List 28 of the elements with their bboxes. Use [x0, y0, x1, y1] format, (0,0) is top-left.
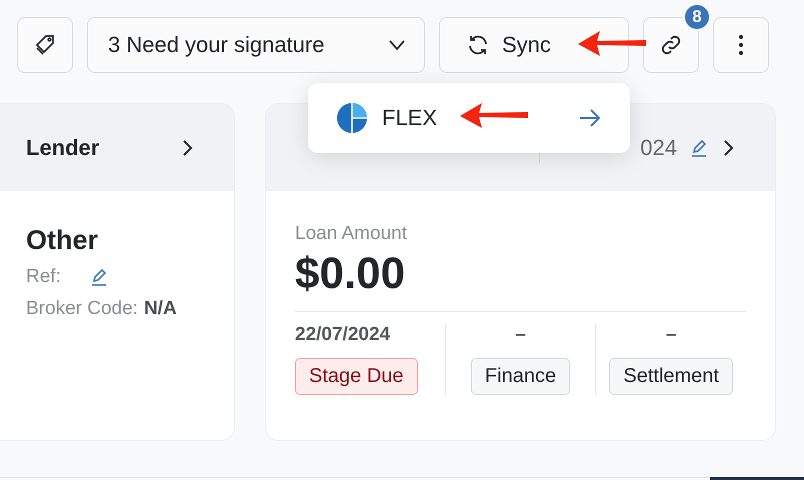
- stage-tag: Finance: [470, 358, 570, 395]
- signature-dropdown[interactable]: 3 Need your signature: [87, 17, 425, 73]
- broker-label: Broker Code:: [26, 298, 138, 320]
- link-icon: [659, 33, 683, 57]
- arrow-right-icon: [578, 108, 602, 128]
- more-icon: [738, 34, 744, 56]
- stage-date: –: [666, 324, 676, 346]
- stage-tag: Settlement: [609, 358, 733, 395]
- chevron-down-icon: [388, 39, 406, 51]
- tag-button[interactable]: [17, 17, 73, 73]
- annotation-arrow: [578, 31, 646, 56]
- menu-item[interactable]: FLEX: [336, 102, 564, 134]
- tag-icon: [33, 33, 57, 57]
- edit-icon[interactable]: [689, 138, 709, 158]
- lender-name: Other: [26, 225, 100, 256]
- stage-tag: Stage Due: [295, 358, 418, 395]
- annotation-arrow: [460, 103, 528, 128]
- broker-value: N/A: [144, 298, 177, 320]
- loan-label: Loan Amount: [295, 223, 407, 245]
- loan-amount: $0.00: [295, 249, 406, 299]
- stage-date: 22/07/2024: [295, 324, 390, 346]
- stage-date: –: [515, 324, 526, 346]
- pie-icon: [336, 102, 368, 134]
- ref-label: Ref:: [26, 266, 61, 288]
- sync-button[interactable]: Sync: [439, 17, 629, 73]
- card-title: Lender: [26, 134, 100, 160]
- count-badge: 8: [683, 3, 711, 31]
- refresh-icon: [466, 33, 490, 57]
